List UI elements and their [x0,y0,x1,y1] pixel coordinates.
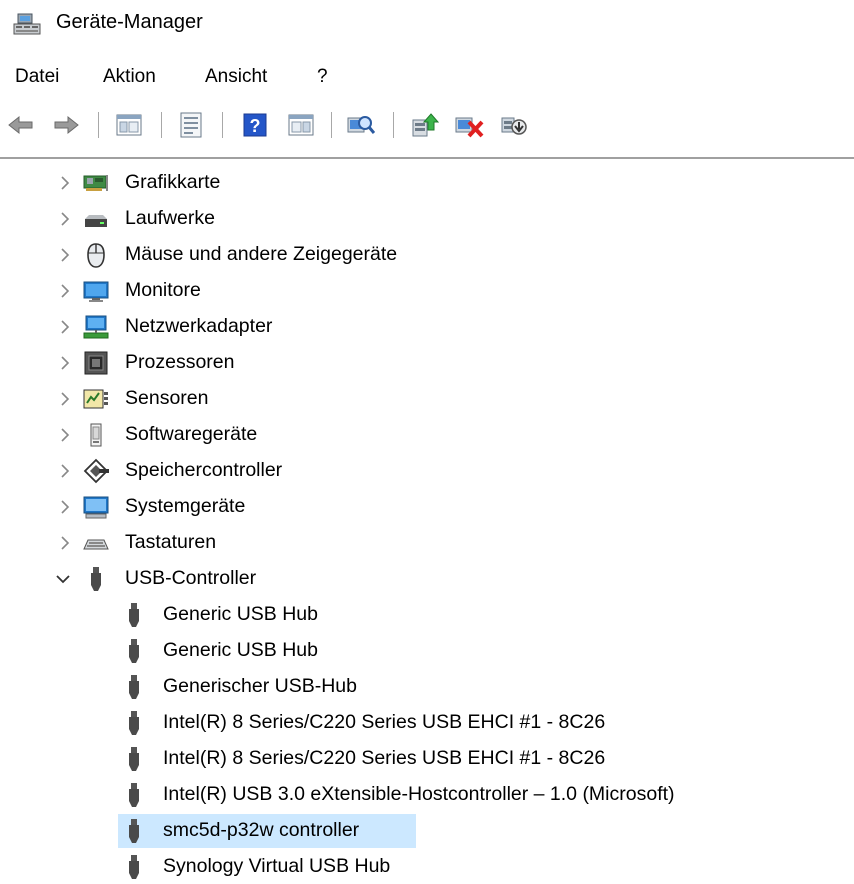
chevron-right-icon[interactable] [54,352,76,374]
show-hide-console-tree-icon[interactable] [114,110,144,140]
display-adapter-icon [83,175,108,191]
usb-device-item[interactable]: Intel(R) 8 Series/C220 Series USB EHCI #… [0,742,854,776]
title-bar: Geräte-Manager [0,0,854,52]
chevron-down-icon[interactable] [52,568,74,590]
tree-item-label: Speichercontroller [125,459,283,481]
toolbar-separator [393,112,394,138]
chevron-right-icon[interactable] [54,388,76,410]
device-manager-icon [13,13,41,35]
chevron-right-icon[interactable] [54,208,76,230]
chevron-right-icon[interactable] [54,460,76,482]
usb-device-label: Intel(R) 8 Series/C220 Series USB EHCI #… [163,747,606,769]
usb-icon [129,675,139,699]
tree-item-usb-controller[interactable]: USB-Controller [0,562,854,596]
sensor-icon [83,389,108,409]
toolbar-separator [222,112,223,138]
uninstall-device-icon[interactable] [454,110,484,140]
usb-device-label: Intel(R) USB 3.0 eXtensible-Hostcontroll… [163,783,675,805]
usb-device-item[interactable]: Generic USB Hub [0,598,854,632]
scan-hardware-changes-icon[interactable] [346,110,376,140]
menu-aktion[interactable]: Aktion [103,64,156,90]
tree-item-speichercontroller[interactable]: Speichercontroller [0,454,854,488]
storage-controller-icon [83,458,109,484]
usb-icon [129,819,139,843]
usb-device-label: Generischer USB-Hub [163,675,357,697]
chevron-right-icon[interactable] [54,496,76,518]
disable-device-icon[interactable] [499,110,529,140]
usb-icon [129,855,139,879]
tree-item-label: USB-Controller [125,567,257,589]
help-icon[interactable]: ? [240,110,270,140]
usb-icon [129,639,139,663]
usb-icon [129,747,139,771]
usb-device-item[interactable]: Generic USB Hub [0,634,854,668]
keyboard-icon [83,539,109,550]
tree-item-netzwerkadapter[interactable]: Netzwerkadapter [0,310,854,344]
back-arrow-icon[interactable] [6,110,36,140]
tree-item-softwaregeraete[interactable]: Softwaregeräte [0,418,854,452]
tree-item-label: Monitore [125,279,201,301]
processor-icon [84,351,108,375]
tree-item-laufwerke[interactable]: Laufwerke [0,202,854,236]
tree-item-label: Mäuse und andere Zeigegeräte [125,243,398,265]
disk-drive-icon [85,215,107,227]
monitor-icon [83,281,109,302]
chevron-right-icon[interactable] [54,244,76,266]
update-driver-icon[interactable] [410,110,440,140]
tree-item-label: Netzwerkadapter [125,315,273,337]
tree-item-label: Tastaturen [125,531,217,553]
system-device-icon [83,496,109,519]
chevron-right-icon[interactable] [54,280,76,302]
properties-icon[interactable] [176,110,206,140]
tree-item-label: Systemgeräte [125,495,246,517]
chevron-right-icon[interactable] [54,532,76,554]
tree-item-label: Softwaregeräte [125,423,258,445]
tree-item-label: Prozessoren [125,351,235,373]
tree-item-monitore[interactable]: Monitore [0,274,854,308]
usb-device-label: Intel(R) 8 Series/C220 Series USB EHCI #… [163,711,606,733]
usb-device-item[interactable]: Intel(R) USB 3.0 eXtensible-Hostcontroll… [0,778,854,812]
toolbar-separator [161,112,162,138]
usb-device-label: Generic USB Hub [163,639,318,661]
usb-device-item-selected[interactable]: smc5d-p32w controller [0,814,854,848]
svg-text:?: ? [250,116,261,136]
usb-device-item[interactable]: Synology Virtual USB Hub [0,850,854,884]
chevron-right-icon[interactable] [54,424,76,446]
usb-icon [129,783,139,807]
tree-item-sensoren[interactable]: Sensoren [0,382,854,416]
tree-item-label: Sensoren [125,387,209,409]
toolbar-separator [331,112,332,138]
usb-device-label: Synology Virtual USB Hub [163,855,391,877]
tree-item-prozessoren[interactable]: Prozessoren [0,346,854,380]
forward-arrow-icon[interactable] [51,110,81,140]
usb-device-item[interactable]: Generischer USB-Hub [0,670,854,704]
usb-device-label: Generic USB Hub [163,603,318,625]
tree-item-label: Grafikkarte [125,171,221,193]
toolbar-divider [0,157,854,159]
usb-icon [129,711,139,735]
chevron-right-icon[interactable] [54,172,76,194]
tree-item-maeuse[interactable]: Mäuse und andere Zeigegeräte [0,238,854,272]
toolbar-separator [98,112,99,138]
usb-device-label: smc5d-p32w controller [163,819,360,841]
menu-help[interactable]: ? [317,64,328,90]
tree-item-grafikkarte[interactable]: Grafikkarte [0,166,854,200]
tree-item-label: Laufwerke [125,207,215,229]
usb-icon [91,567,101,591]
usb-icon [129,603,139,627]
tree-item-systemgeraete[interactable]: Systemgeräte [0,490,854,524]
menu-bar: Datei Aktion Ansicht ? [0,60,854,94]
network-adapter-icon [83,315,109,339]
toolbar: ? [0,104,854,148]
menu-datei[interactable]: Datei [15,64,59,90]
software-device-icon [90,423,102,447]
tree-item-tastaturen[interactable]: Tastaturen [0,526,854,560]
mouse-icon [87,243,105,268]
menu-ansicht[interactable]: Ansicht [205,64,267,90]
window-title: Geräte-Manager [56,11,203,33]
chevron-right-icon[interactable] [54,316,76,338]
usb-device-item[interactable]: Intel(R) 8 Series/C220 Series USB EHCI #… [0,706,854,740]
action-pane-icon[interactable] [286,110,316,140]
